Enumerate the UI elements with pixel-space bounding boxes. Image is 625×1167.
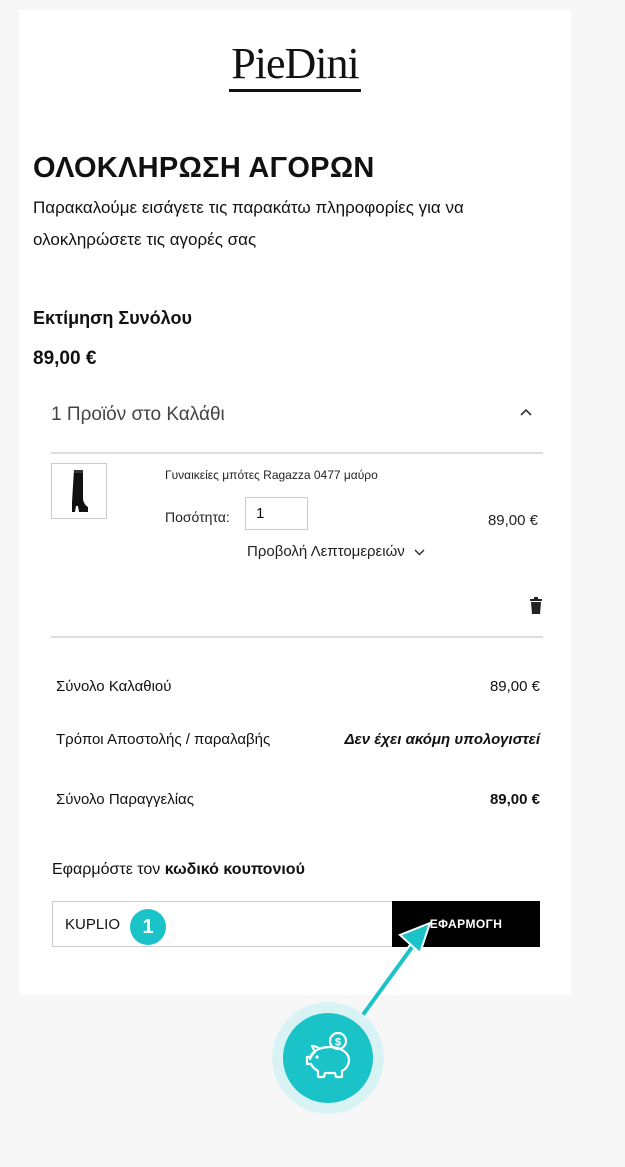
quantity-input[interactable] [245,497,308,530]
estimate-label: Εκτίμηση Συνόλου [33,308,192,328]
shipping-value: Δεν έχει ακόμη υπολογιστεί [344,731,540,748]
piggy-bank-coin-icon: $ [305,1031,351,1079]
cart-subtotal-label: Σύνολο Καλαθιού [56,678,172,695]
chevron-up-icon[interactable] [519,404,533,422]
coupon-heading: Εφαρμόστε τον κωδικό κουπονιού [52,861,305,879]
boot-image [72,470,88,512]
intro-text: Παρακαλούμε εισάγετε τις παρακάτω πληροφ… [33,198,464,249]
cart-subtotal-value: 89,00 € [489,678,540,695]
order-total-label: Σύνολο Παραγγελίας [56,791,194,808]
estimate-total: 89,00 € [33,348,97,369]
coupon-code-value: KUPLIO [65,916,121,933]
trash-icon[interactable] [529,597,543,615]
shipping-label: Τρόποι Αποστολής / παραλαβής [56,731,271,748]
cart-items-toggle[interactable]: 1 Προϊόν στο Καλάθι [51,404,543,454]
chevron-down-icon [411,545,425,559]
view-details-label: Προβολή Λεπτομερειών [247,543,405,560]
coupon-heading-bold: κωδικό κουπονιού [164,861,305,878]
cart-divider [51,636,543,638]
coupon-heading-prefix: Εφαρμόστε τον [52,861,161,878]
product-price: 89,00 € [487,512,538,529]
order-total-value: 89,00 € [489,791,540,808]
view-details-link[interactable]: Προβολή Λεπτομερειών [247,543,425,560]
product-name[interactable]: Γυναικείες μπότες Ragazza 0477 μαύρο [165,468,378,482]
quantity-label: Ποσότητα: [165,509,230,525]
brand-logo[interactable]: PieDini [19,38,571,92]
page-title: ΟΛΟΚΛΗΡΩΣΗ ΑΓΟΡΩΝ [33,152,375,184]
cart-count-label: 1 Προϊόν στο Καλάθι [51,404,225,425]
piggy-bank-badge: $ [272,1002,384,1114]
checkout-card: PieDini ΟΛΟΚΛΗΡΩΣΗ ΑΓΟΡΩΝ Παρακαλούμε ει… [19,10,571,995]
step-number-badge: 1 [130,909,166,945]
product-thumbnail[interactable] [51,463,107,519]
